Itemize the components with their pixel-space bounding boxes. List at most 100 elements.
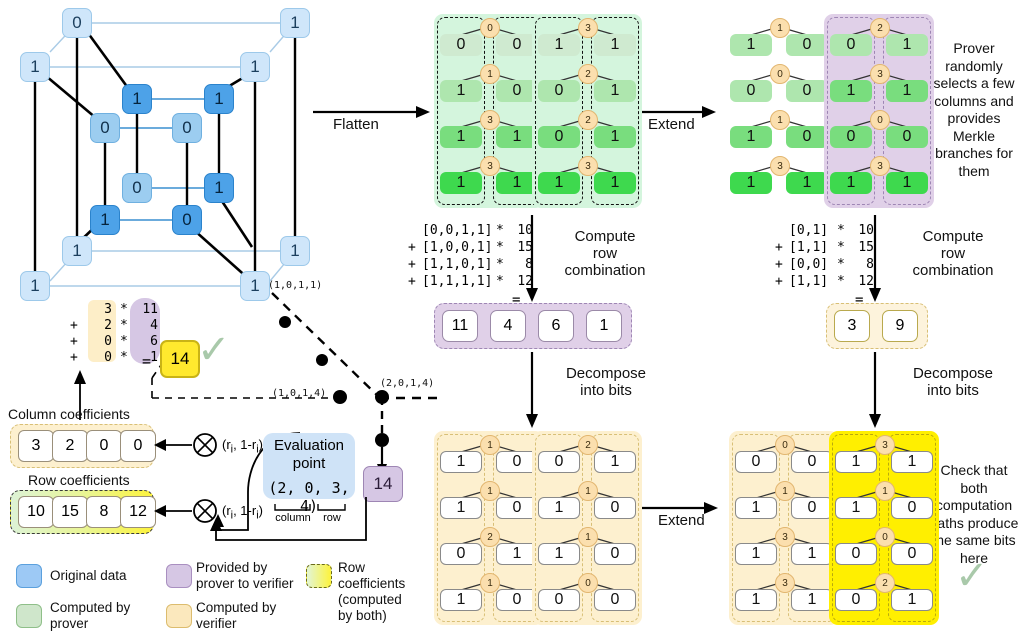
tree-leaf: 0: [891, 543, 933, 565]
term-star: *: [496, 257, 504, 272]
tree-leaf: 0: [830, 34, 872, 56]
tree-leaf: 0: [835, 589, 877, 611]
final-val: 4: [150, 318, 158, 333]
tree-root-node: 3: [875, 435, 895, 455]
tree-leaf: 0: [835, 543, 877, 565]
result-cell: 4: [490, 310, 526, 342]
row-coefficients-title: Row coefficients: [28, 472, 130, 488]
tree-leaf: 1: [730, 126, 772, 148]
tree-leaf: 1: [594, 126, 636, 148]
tree-root-node: 0: [578, 573, 598, 593]
tree-leaf: 1: [886, 34, 928, 56]
term-op: +: [775, 274, 783, 289]
tree-root-node: 3: [775, 573, 795, 593]
term-coef: 8: [525, 257, 533, 272]
result-cell: 9: [882, 310, 918, 342]
term-coef: 15: [858, 240, 874, 255]
term-star: *: [496, 223, 504, 238]
tree-root-node: 1: [875, 481, 895, 501]
tree-root-node: 2: [578, 110, 598, 130]
tree-leaf: 1: [886, 172, 928, 194]
term-vec: [1,0,0,1]: [422, 240, 493, 255]
tree-leaf: 1: [594, 80, 636, 102]
final-star: *: [120, 334, 128, 349]
tree-leaf: 1: [594, 172, 636, 194]
tree-root-node: 0: [870, 110, 890, 130]
term-vec: [1,1]: [789, 274, 829, 289]
tree-leaf: 1: [791, 589, 833, 611]
tensor-label-column: (ri, 1-ri): [222, 437, 263, 456]
tree-leaf: 0: [594, 497, 636, 519]
tree-leaf: 1: [440, 80, 482, 102]
tree-leaf: 1: [830, 80, 872, 102]
tree-leaf: 1: [594, 34, 636, 56]
tree-root-node: 0: [775, 435, 795, 455]
term-vec: [0,0]: [789, 257, 829, 272]
term-op: +: [408, 257, 416, 272]
term-coef: 8: [866, 257, 874, 272]
term-star: *: [496, 274, 504, 289]
tensor-label-row: (ri, 1-ri): [222, 503, 263, 522]
term-star: *: [837, 257, 845, 272]
final-star: *: [120, 318, 128, 333]
final-star: *: [120, 302, 128, 317]
tree-root-node: 1: [775, 481, 795, 501]
tree-leaf: 1: [538, 497, 580, 519]
tree-root-node: 1: [578, 481, 598, 501]
tree-leaf: 1: [440, 451, 482, 473]
term-star: *: [496, 240, 504, 255]
tree-leaf: 0: [730, 80, 772, 102]
tree-root-node: 1: [480, 435, 500, 455]
tree-leaf: 0: [786, 34, 828, 56]
term-coef: 10: [517, 223, 533, 238]
final-sum-equals: =: [142, 352, 152, 370]
result-cell: 1: [586, 310, 622, 342]
final-star: *: [120, 350, 128, 365]
tree-root-node: 0: [770, 64, 790, 84]
tree-leaf: 1: [538, 172, 580, 194]
tree-root-node: 0: [480, 18, 500, 38]
row-coefficient-cell: 15: [52, 496, 88, 528]
tree-leaf: 1: [538, 34, 580, 56]
evaluation-point-value: (2, 0, 3, 4): [268, 479, 350, 515]
legend: Original data Provided by prover to veri…: [16, 560, 416, 632]
final-op: +: [70, 334, 78, 349]
term-vec: [1,1,0,1]: [422, 257, 493, 272]
tree-leaf: 1: [538, 543, 580, 565]
tree-leaf: 1: [440, 172, 482, 194]
tree-leaf: 0: [786, 126, 828, 148]
tree-leaf: 0: [886, 126, 928, 148]
tree-root-node: 2: [578, 64, 598, 84]
tree-leaf: 1: [440, 126, 482, 148]
final-coef: 3: [104, 302, 112, 317]
tree-leaf: 1: [730, 172, 772, 194]
tree-root-node: 3: [770, 156, 790, 176]
legend-swatch-row-coefficients: [306, 564, 332, 588]
tree-leaf: 1: [730, 34, 772, 56]
tree-leaf: 1: [735, 497, 777, 519]
tree-leaf: 1: [791, 543, 833, 565]
term-star: *: [837, 223, 845, 238]
tree-root-node: 1: [480, 64, 500, 84]
term-star: *: [837, 274, 845, 289]
row-coefficient-cell: 12: [120, 496, 156, 528]
legend-label-prover-computed: Computed by prover: [50, 600, 131, 631]
tree-leaf: 1: [891, 589, 933, 611]
term-coef: 12: [517, 274, 533, 289]
column-coefficient-cell: 2: [52, 430, 88, 462]
evaluation-point-bracket-column: column: [275, 512, 311, 524]
tree-leaf: 1: [835, 497, 877, 519]
final-op: +: [70, 318, 78, 333]
tree-root-node: 2: [875, 573, 895, 593]
tree-root-node: 3: [578, 156, 598, 176]
tree-leaf: 0: [791, 451, 833, 473]
tree-root-node: 1: [480, 481, 500, 501]
term-coef: 10: [858, 223, 874, 238]
tree-root-node: 3: [870, 64, 890, 84]
legend-swatch-prover-provided: [166, 564, 192, 588]
tree-leaf: 0: [440, 543, 482, 565]
legend-label-original: Original data: [50, 568, 127, 583]
tree-root-node: 0: [875, 527, 895, 547]
tree-leaf: 1: [735, 589, 777, 611]
result-cell: 11: [442, 310, 478, 342]
